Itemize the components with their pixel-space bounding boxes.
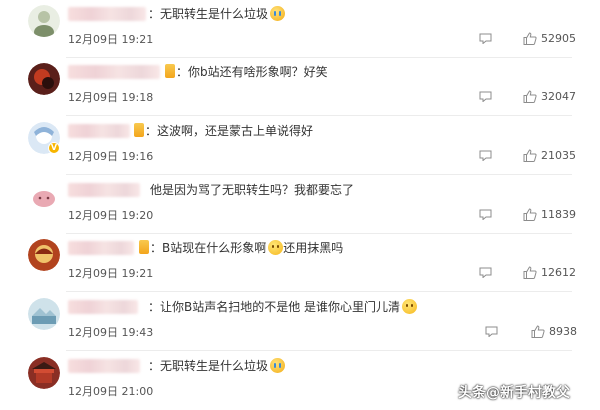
like-button[interactable]: 11839 [523, 207, 576, 221]
avatar[interactable] [28, 5, 60, 37]
thumbs-up-icon [523, 207, 537, 221]
thumbs-up-icon [523, 31, 537, 45]
thumbs-up-icon [531, 324, 545, 338]
like-count: 12612 [541, 265, 576, 279]
verified-badge-icon: V [48, 142, 60, 154]
username-blurred[interactable] [68, 183, 140, 197]
like-count: 11839 [541, 207, 576, 221]
comment-text: 他是因为骂了无职转生吗？我都要忘了 [150, 183, 355, 197]
like-button[interactable]: 32047 [523, 89, 576, 103]
cry-emoji-icon [270, 6, 286, 21]
username-blurred[interactable] [68, 300, 138, 314]
avatar[interactable] [28, 239, 60, 271]
reply-icon[interactable] [479, 150, 492, 161]
watermark: 头条@新手村教父 [458, 385, 570, 401]
comment-time: 12月09日 19:20 [68, 209, 154, 222]
comment-item: ：让你B站声名扫地的不是他 是谁你心里门儿清 12月09日 19:43 8938 [0, 293, 600, 351]
comment-time: 12月09日 19:43 [68, 326, 154, 339]
avatar[interactable] [28, 298, 60, 330]
comment-item: ：B站现在什么形象啊 还用抹黑吗 12月09日 19:21 12612 [0, 234, 600, 292]
vip-badge-icon [139, 240, 149, 254]
vip-badge-icon [165, 64, 175, 78]
comment-text: ：你b站还有啥形象啊？好笑 [176, 65, 328, 79]
comment-text: ：无职转生是什么垃圾 [148, 358, 286, 374]
reply-icon[interactable] [479, 209, 492, 220]
comment-item: ：你b站还有啥形象啊？好笑 12月09日 19:18 32047 [0, 58, 600, 116]
like-button[interactable]: 8938 [531, 324, 577, 338]
comment-item: ：无职转生是什么垃圾 12月09日 19:21 52905 [0, 0, 600, 58]
comment-text: ：B站现在什么形象啊 还用抹黑吗 [150, 240, 344, 255]
comment-list: ：无职转生是什么垃圾 12月09日 19:21 52905 ：你b站还有啥形象啊… [0, 0, 600, 410]
vip-badge-icon [134, 123, 144, 137]
reply-icon[interactable] [485, 326, 498, 337]
like-button[interactable]: 12612 [523, 265, 576, 279]
comment-time: 12月09日 19:18 [68, 91, 154, 104]
comment-time: 12月09日 19:16 [68, 150, 154, 163]
like-count: 8938 [549, 324, 577, 338]
username-blurred[interactable] [68, 359, 140, 373]
username-blurred[interactable] [68, 241, 134, 255]
thumbs-up-icon [523, 89, 537, 103]
avatar[interactable] [28, 63, 60, 95]
reply-icon[interactable] [479, 33, 492, 44]
username-blurred[interactable] [68, 124, 130, 138]
comment-item: 他是因为骂了无职转生吗？我都要忘了 12月09日 19:20 11839 [0, 176, 600, 234]
like-button[interactable]: 52905 [523, 31, 576, 45]
thumbs-up-icon [523, 148, 537, 162]
username-blurred[interactable] [68, 7, 146, 21]
avatar[interactable] [28, 181, 60, 213]
comment-time: 12月09日 19:21 [68, 267, 154, 280]
like-button[interactable]: 21035 [523, 148, 576, 162]
reply-icon[interactable] [479, 267, 492, 278]
avatar[interactable] [28, 357, 60, 389]
username-blurred[interactable] [68, 65, 160, 79]
like-count: 21035 [541, 148, 576, 162]
sweat-emoji-icon [268, 240, 284, 255]
like-count: 52905 [541, 31, 576, 45]
comment-text: ：无职转生是什么垃圾 [148, 6, 286, 22]
cry-emoji-icon [270, 358, 286, 373]
reply-icon[interactable] [479, 91, 492, 102]
comment-time: 12月09日 21:00 [68, 385, 154, 398]
comment-text: ：这波啊，还是蒙古上单说得好 [145, 124, 314, 138]
comment-text: ：让你B站声名扫地的不是他 是谁你心里门儿清 [148, 299, 418, 315]
comment-item: V ：这波啊，还是蒙古上单说得好 12月09日 19:16 21035 [0, 117, 600, 175]
comment-time: 12月09日 19:21 [68, 33, 154, 46]
smile-emoji-icon [402, 299, 418, 314]
like-count: 32047 [541, 89, 576, 103]
thumbs-up-icon [523, 265, 537, 279]
